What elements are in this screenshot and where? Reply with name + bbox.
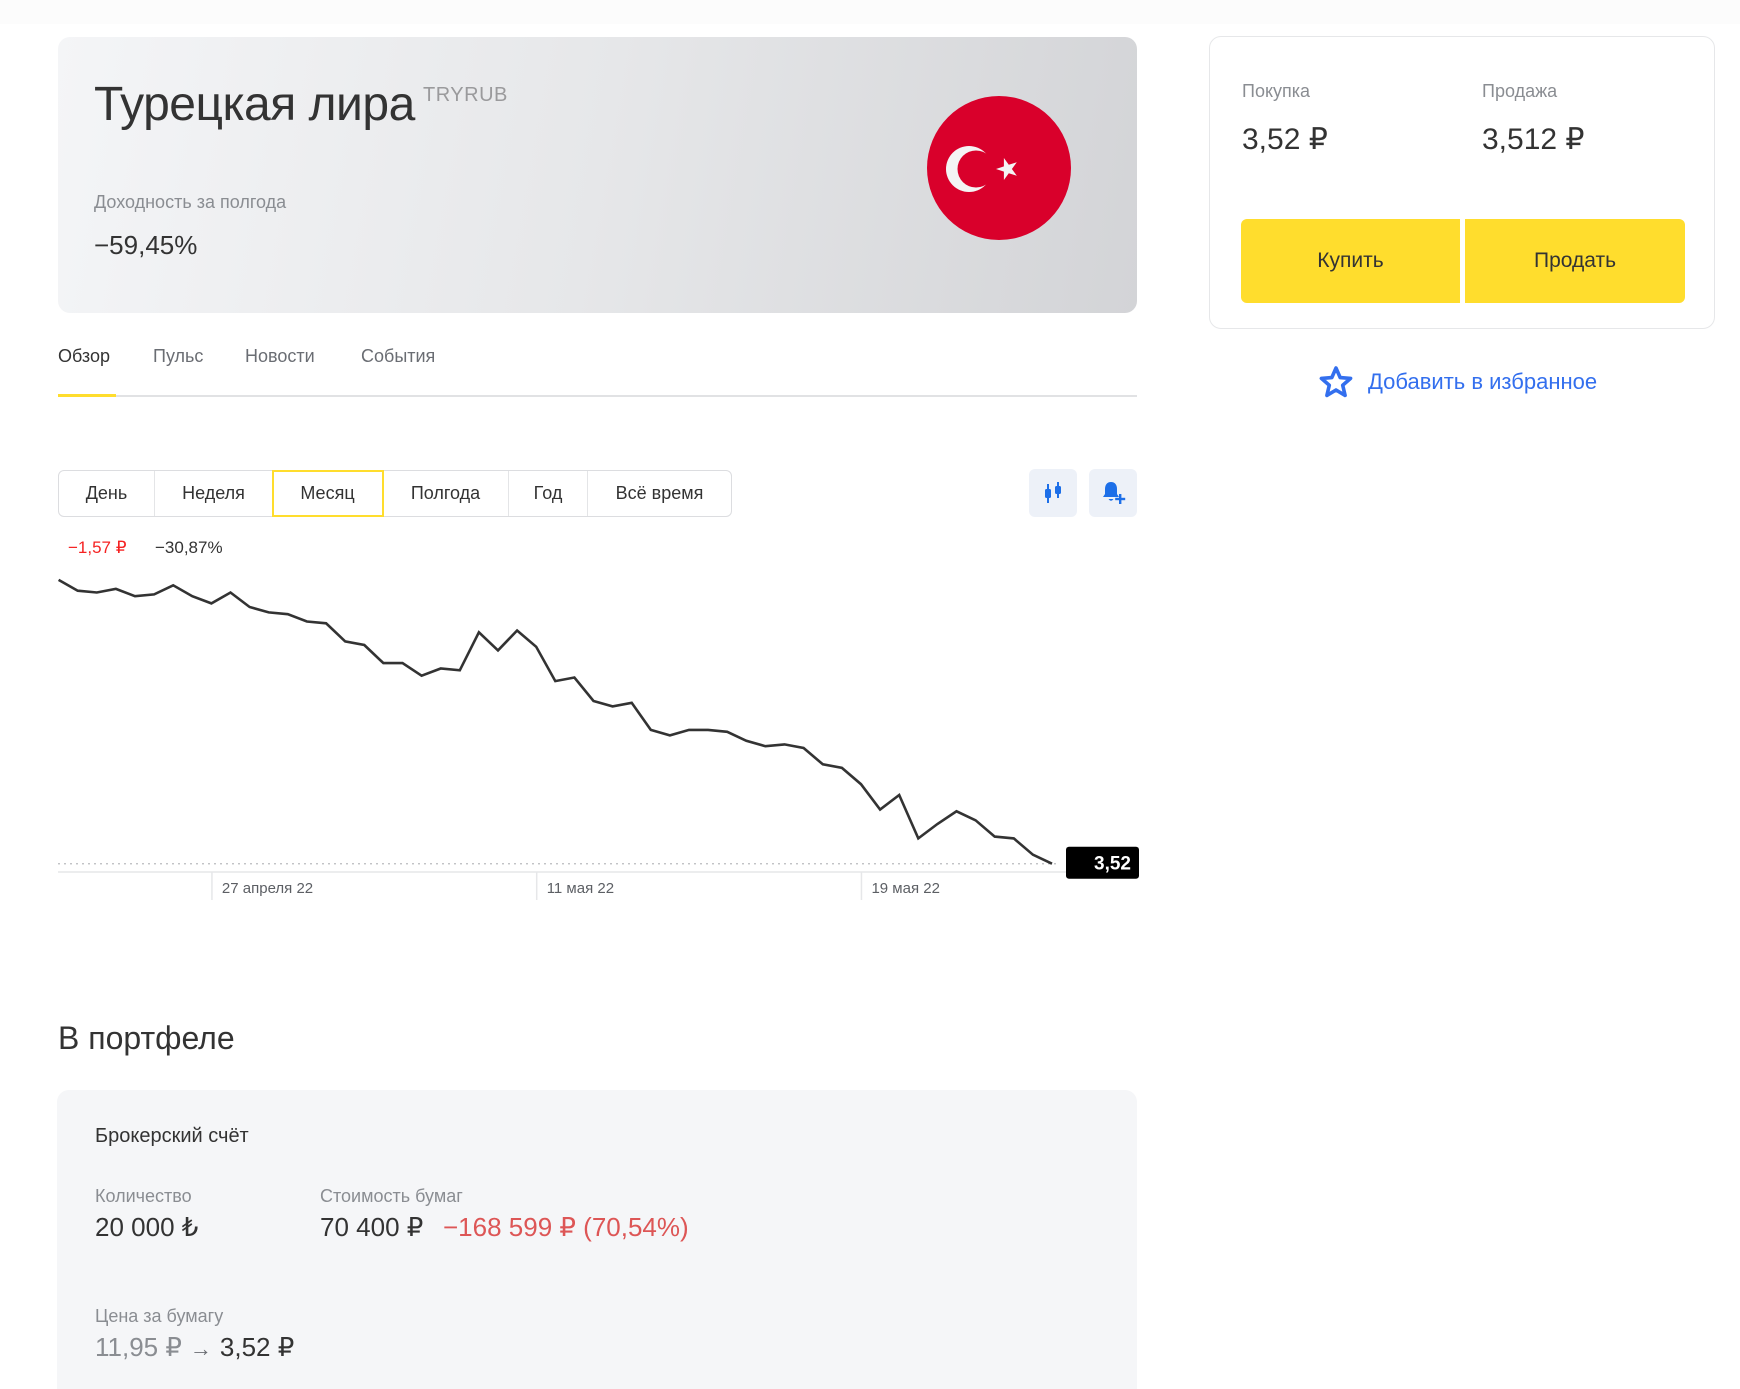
account-name: Брокерский счёт [95, 1125, 249, 1147]
x-tick-label: 19 мая 22 [871, 880, 940, 897]
last-price-tag-background [1066, 846, 1139, 879]
add-to-favorites-link[interactable]: Добавить в избранное [1318, 365, 1597, 399]
buy-price-value: 3,52 ₽ [1242, 123, 1328, 156]
quantity-value: 20 000 ₺ [95, 1212, 199, 1242]
securities-value-label: Стоимость бумаг [320, 1186, 463, 1206]
instrument-name: Турецкая лира [94, 78, 415, 131]
securities-value-amount: 70 400 ₽ [320, 1212, 424, 1242]
x-tick-label: 27 апреля 22 [221, 880, 314, 897]
buy-button[interactable]: Купить [1241, 219, 1460, 303]
candlestick-toggle-button[interactable] [1029, 469, 1077, 517]
sell-price-value: 3,512 ₽ [1482, 123, 1585, 156]
candlestick-chart-icon [1045, 482, 1061, 503]
last-price-tag: 3,52 [1066, 846, 1139, 879]
arrow-right-icon: → [189, 1336, 212, 1361]
price-series-line [57, 578, 1053, 865]
price-per-security: 11,95 ₽ → 3,52 ₽ [95, 1332, 294, 1364]
sell-price-label: Продажа [1482, 81, 1558, 101]
instrument-ticker: TRYRUB [423, 84, 508, 106]
tab-news[interactable]: Новости [245, 344, 315, 368]
portfolio-card: Брокерский счёт Количество 20 000 ₺ Стои… [57, 1090, 1137, 1389]
average-buy-price: 11,95 ₽ [95, 1332, 182, 1362]
bell-plus-icon [1103, 482, 1126, 504]
period-half-year[interactable]: Полгода [383, 471, 509, 516]
turkey-flag-icon [927, 96, 1071, 240]
quantity-label: Количество [95, 1186, 192, 1206]
instrument-header-card: Турецкая лира TRYRUB Доходность за полго… [58, 37, 1137, 313]
last-price-tag-text: 3,52 [1094, 854, 1131, 875]
tab-events[interactable]: События [361, 344, 435, 368]
period-week[interactable]: Неделя [155, 471, 273, 516]
star-icon [1319, 366, 1353, 398]
buy-price-label: Покупка [1242, 81, 1311, 101]
trade-card: Покупка 3,52 ₽ Продажа 3,512 ₽ Купить Пр… [1209, 36, 1715, 329]
securities-value-change: −168 599 ₽ (70,54%) [443, 1212, 689, 1242]
chart-change-absolute: −1,57 ₽ [68, 538, 127, 557]
yield-label: Доходность за полгода [94, 192, 287, 212]
period-selector: День Неделя Месяц Полгода Год Всё время [58, 470, 732, 517]
x-tick-label: 11 мая 22 [546, 880, 615, 897]
price-alert-button[interactable] [1089, 469, 1137, 517]
top-strip [0, 0, 1740, 24]
current-price: 3,52 ₽ [219, 1332, 295, 1362]
sell-button[interactable]: Продать [1465, 219, 1685, 303]
tab-overview[interactable]: Обзор [58, 344, 110, 368]
period-year[interactable]: Год [509, 471, 588, 516]
period-month[interactable]: Месяц [272, 470, 384, 517]
period-day[interactable]: День [59, 471, 155, 516]
price-per-security-label: Цена за бумагу [95, 1306, 224, 1326]
add-to-favorites-label: Добавить в избранное [1368, 369, 1598, 394]
period-all-time[interactable]: Всё время [588, 471, 731, 516]
portfolio-section-title: В портфеле [58, 1020, 235, 1056]
instrument-tabs: Обзор Пульс Новости События [58, 338, 1137, 398]
active-tab-indicator [58, 394, 116, 397]
tab-pulse[interactable]: Пульс [153, 344, 203, 368]
tabs-divider [58, 395, 1137, 397]
chart-change-percent: −30,87% [155, 538, 223, 557]
yield-value: −59,45% [94, 230, 198, 260]
